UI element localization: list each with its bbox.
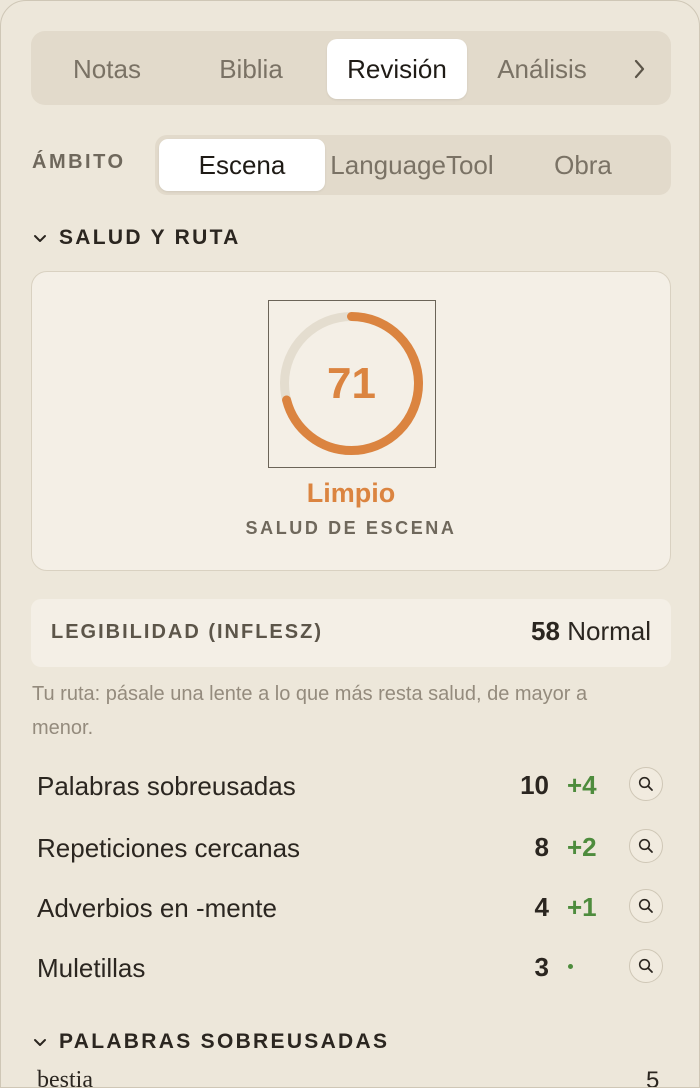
route-hint: Tu ruta: pásale una lente a lo que más r… — [32, 683, 588, 739]
issue-count: 10 — [520, 770, 549, 800]
search-icon — [638, 838, 653, 853]
readability-label: LEGIBILIDAD (INFLESZ) — [51, 621, 323, 643]
scope-option-languagetool[interactable]: LanguageTool — [325, 139, 499, 191]
tab-biblia[interactable]: Biblia — [183, 39, 319, 99]
no-change-dot — [568, 964, 573, 969]
health-gauge: 71 — [268, 300, 436, 468]
readability-value: 58 Normal — [531, 616, 651, 647]
tab-analisis[interactable]: Análisis — [475, 39, 609, 99]
search-icon — [638, 776, 653, 791]
chevron-down-icon — [33, 231, 53, 249]
overused-count: 5 — [646, 1067, 660, 1088]
chevron-right-icon[interactable] — [625, 39, 655, 99]
issue-count: 4 — [534, 892, 549, 922]
issue-label: Muletillas — [37, 953, 146, 983]
issue-label: Repeticiones cercanas — [37, 833, 301, 863]
issue-delta: +1 — [567, 892, 597, 922]
readability-level: Normal — [567, 616, 651, 646]
issue-row: Repeticiones cercanas 8 +2 — [37, 825, 667, 871]
readability-score: 58 — [531, 616, 560, 646]
section-title: PALABRAS SOBREUSADAS — [59, 1030, 390, 1053]
section-title: SALUD Y RUTA — [59, 226, 241, 249]
issue-label: Palabras sobreusadas — [37, 771, 296, 801]
issue-row: Adverbios en -mente 4 +1 — [37, 885, 667, 931]
health-score: 71 — [327, 359, 376, 408]
scope-option-escena[interactable]: Escena — [159, 139, 325, 191]
section-header-health[interactable]: SALUD Y RUTA — [33, 226, 241, 250]
issue-delta: +2 — [567, 832, 597, 862]
chevron-down-icon — [33, 1035, 53, 1053]
issue-row: Palabras sobreusadas 10 +4 — [37, 763, 667, 809]
scope-label: ÁMBITO — [32, 151, 126, 173]
section-header-overused[interactable]: PALABRAS SOBREUSADAS — [33, 1030, 389, 1054]
health-card: 71 Limpio SALUD DE ESCENA — [31, 271, 671, 571]
issue-count: 3 — [534, 952, 549, 982]
issue-row: Muletillas 3 — [37, 945, 667, 991]
issue-delta: +4 — [567, 770, 597, 800]
search-icon — [638, 958, 653, 973]
issue-count: 8 — [534, 832, 549, 862]
tab-revision[interactable]: Revisión — [327, 39, 467, 99]
health-caption: SALUD DE ESCENA — [245, 518, 457, 538]
search-icon — [638, 898, 653, 913]
scope-segmented-control: Escena LanguageTool Obra — [155, 135, 671, 195]
main-tabs: Notas Biblia Revisión Análisis — [31, 31, 671, 105]
scope-option-obra[interactable]: Obra — [499, 139, 667, 191]
overused-word: bestia — [37, 1067, 93, 1088]
lens-button[interactable] — [629, 767, 663, 801]
health-status: Limpio — [306, 478, 396, 508]
review-panel: Notas Biblia Revisión Análisis ÁMBITO Es… — [0, 0, 700, 1088]
tab-notas[interactable]: Notas — [39, 39, 175, 99]
issue-label: Adverbios en -mente — [37, 893, 277, 923]
lens-button[interactable] — [629, 829, 663, 863]
lens-button[interactable] — [629, 889, 663, 923]
lens-button[interactable] — [629, 949, 663, 983]
readability-row: LEGIBILIDAD (INFLESZ) 58 Normal — [31, 599, 671, 667]
